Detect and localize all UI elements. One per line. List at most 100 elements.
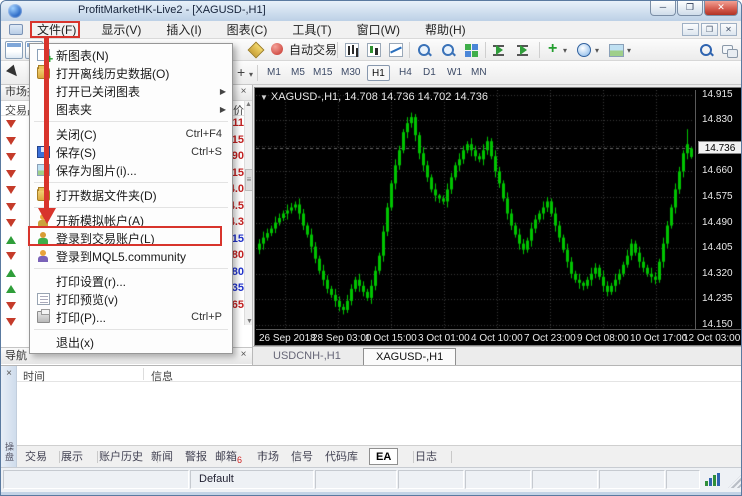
- line-studies-dropdown-caret[interactable]: ▾: [249, 70, 253, 79]
- auto-trading-icon[interactable]: [269, 41, 287, 59]
- menu-item-open-deleted[interactable]: 打开已关闭图表▶: [30, 82, 232, 100]
- zoom-in-icon[interactable]: [415, 41, 433, 59]
- menu-item-new-chart[interactable]: 新图表(N): [30, 46, 232, 64]
- timeframe-d1[interactable]: D1: [419, 65, 440, 81]
- tab-code-base[interactable]: 代码库: [319, 449, 364, 466]
- down-arrow-icon: [6, 137, 16, 145]
- tab-alerts[interactable]: 警报: [179, 449, 213, 466]
- down-arrow-icon: [6, 318, 16, 326]
- chart-area[interactable]: ▼XAGUSD-,H1, 14.708 14.736 14.702 14.736…: [254, 87, 742, 346]
- periods-dropdown-caret[interactable]: ▾: [595, 46, 599, 55]
- menu-item-profiles[interactable]: 图表夹▶: [30, 100, 232, 118]
- tab-trade[interactable]: 交易: [19, 449, 53, 466]
- price-tick-label: 14.490: [702, 217, 733, 228]
- collapsed-panel-label[interactable]: 操盘: [3, 442, 16, 462]
- community-chat-icon[interactable]: [720, 41, 738, 59]
- market-watch-close-icon[interactable]: ×: [237, 86, 250, 99]
- indicators-dropdown-caret[interactable]: ▾: [563, 46, 567, 55]
- submenu-arrow-icon: ▶: [220, 105, 226, 114]
- price-tick-label: 14.830: [702, 114, 733, 125]
- price-axis[interactable]: 14.91514.83014.74514.66014.57514.49014.4…: [695, 90, 742, 329]
- tab-account-history[interactable]: 账户历史: [93, 449, 149, 466]
- menu-item-save[interactable]: 保存(S)Ctrl+S: [30, 143, 232, 161]
- candlestick-chart-icon[interactable]: [365, 41, 383, 59]
- menu-item-print-preview[interactable]: 打印预览(v): [30, 290, 232, 308]
- child-close-button[interactable]: ✕: [720, 23, 737, 36]
- zoom-out-icon[interactable]: [439, 41, 457, 59]
- menu-tools[interactable]: 工具(T): [286, 21, 337, 38]
- time-tick-label: 26 Sep 2018: [259, 333, 316, 344]
- tab-exposure[interactable]: 展示: [55, 449, 89, 466]
- templates-dropdown-caret[interactable]: ▾: [627, 46, 631, 55]
- templates-icon[interactable]: [607, 41, 625, 59]
- search-icon[interactable]: [697, 41, 715, 59]
- new-chart-window-icon[interactable]: [5, 41, 23, 59]
- metaeditor-icon[interactable]: [247, 41, 265, 59]
- time-column-header[interactable]: 时间: [23, 368, 45, 384]
- restore-button[interactable]: ❐: [677, 1, 703, 16]
- timeframe-mn[interactable]: MN: [467, 65, 491, 81]
- tab-journal[interactable]: 日志: [409, 449, 443, 466]
- market-watch-scrollbar[interactable]: ▲≡▼: [244, 101, 252, 325]
- time-tick-label: 7 Oct 23:00: [524, 333, 576, 344]
- timeframe-w1[interactable]: W1: [443, 65, 466, 81]
- timeframe-m1[interactable]: M1: [263, 65, 285, 81]
- menu-window[interactable]: 窗口(W): [351, 21, 406, 38]
- annotation-arrow-head: [38, 208, 56, 224]
- candlestick-canvas[interactable]: [256, 90, 694, 329]
- bar-chart-icon[interactable]: [343, 41, 361, 59]
- tab-mailbox[interactable]: 邮箱6: [209, 449, 248, 466]
- timeframe-m30[interactable]: M30: [337, 65, 364, 81]
- timeframe-m5[interactable]: M5: [287, 65, 309, 81]
- tab-market[interactable]: 市场: [251, 449, 285, 466]
- menu-item-print-setup[interactable]: 打印设置(r)...: [30, 272, 232, 290]
- up-arrow-icon: [6, 285, 16, 293]
- auto-scroll-icon[interactable]: [491, 41, 509, 59]
- chevron-down-icon[interactable]: ▼: [260, 93, 268, 102]
- menu-view[interactable]: 显示(V): [95, 21, 147, 38]
- tab-usdcnh[interactable]: USDCNH-,H1: [261, 348, 353, 365]
- scrollbar-thumb[interactable]: ≡: [245, 169, 253, 191]
- navigator-close-icon[interactable]: ×: [237, 349, 250, 362]
- tab-ea[interactable]: EA: [369, 448, 398, 465]
- child-restore-button[interactable]: ❐: [701, 23, 718, 36]
- menu-item-exit[interactable]: 退出(x): [30, 333, 232, 351]
- time-axis[interactable]: 26 Sep 201828 Sep 03:001 Oct 15:003 Oct …: [256, 329, 742, 346]
- resize-grip[interactable]: [728, 474, 742, 488]
- periods-icon[interactable]: [575, 41, 593, 59]
- menu-item-print[interactable]: 打印(P)...Ctrl+P: [30, 308, 232, 326]
- minimize-button[interactable]: ─: [650, 1, 676, 16]
- window-title: ProfitMarketHK-Live2 - [XAGUSD-,H1]: [78, 4, 266, 16]
- menu-item-open-data-folder[interactable]: 打开数据文件夹(D): [30, 186, 232, 204]
- child-window-icon[interactable]: [9, 24, 23, 35]
- menu-item-open-offline[interactable]: 打开离线历史数据(O): [30, 64, 232, 82]
- tile-windows-icon[interactable]: [463, 41, 481, 59]
- status-profile[interactable]: Default: [190, 470, 314, 489]
- down-arrow-icon: [6, 120, 16, 128]
- tab-xagusd[interactable]: XAGUSD-,H1: [363, 348, 456, 365]
- indicators-icon[interactable]: [545, 41, 563, 59]
- tab-signals[interactable]: 信号: [285, 449, 319, 466]
- line-chart-icon[interactable]: [387, 41, 405, 59]
- timeframe-m15[interactable]: M15: [309, 65, 336, 81]
- auto-trading-button[interactable]: 自动交易: [289, 41, 337, 59]
- down-arrow-icon: [6, 186, 16, 194]
- tab-news[interactable]: 新闻: [145, 449, 179, 466]
- close-button[interactable]: ✕: [704, 1, 738, 16]
- menu-item-save-as-picture[interactable]: 保存为图片(i)...: [30, 161, 232, 179]
- menu-charts[interactable]: 图表(C): [221, 21, 274, 38]
- child-minimize-button[interactable]: ─: [682, 23, 699, 36]
- menu-item-close[interactable]: 关闭(C)Ctrl+F4: [30, 125, 232, 143]
- menu-insert[interactable]: 插入(I): [160, 21, 207, 38]
- down-arrow-icon: [6, 302, 16, 310]
- message-column-header[interactable]: 信息: [151, 368, 173, 384]
- timeframe-h4[interactable]: H4: [395, 65, 416, 81]
- terminal-close-icon[interactable]: ×: [3, 368, 15, 380]
- cursor-icon[interactable]: [5, 64, 23, 82]
- timeframe-h1[interactable]: H1: [367, 65, 390, 81]
- chart-shift-icon[interactable]: [515, 41, 533, 59]
- up-arrow-icon: [6, 269, 16, 277]
- menu-item-login-mql5[interactable]: 登录到MQL5.community: [30, 247, 232, 265]
- down-arrow-icon: [6, 252, 16, 260]
- menu-help[interactable]: 帮助(H): [419, 21, 472, 38]
